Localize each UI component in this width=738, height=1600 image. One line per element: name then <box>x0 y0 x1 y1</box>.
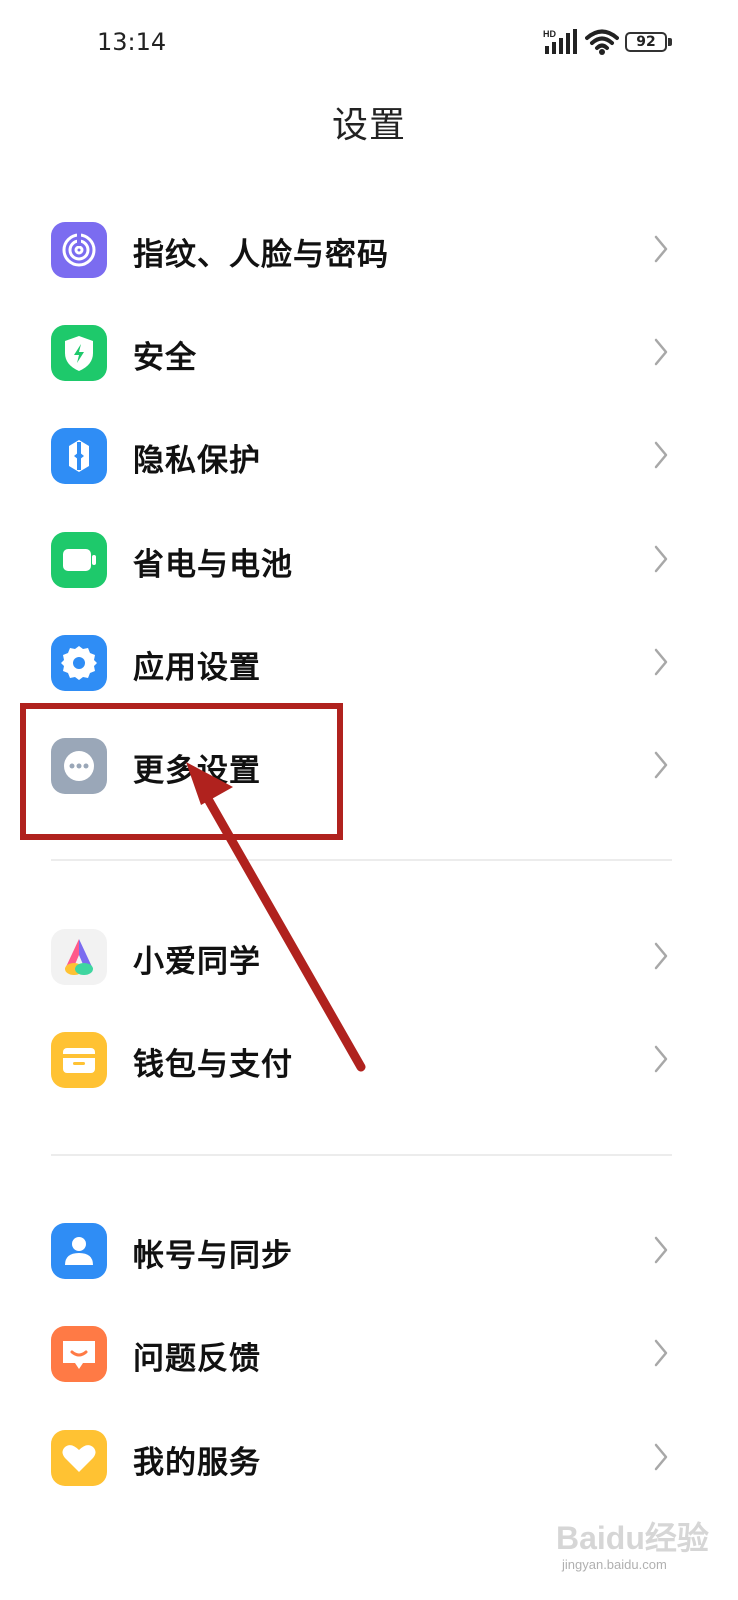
section-divider <box>51 1154 672 1156</box>
status-bar: 13:14 HD 92 <box>0 0 738 90</box>
app-settings-gear-icon <box>51 635 107 691</box>
chevron-right-icon <box>654 648 668 676</box>
settings-item-fingerprint-face-password[interactable]: 指纹、人脸与密码 <box>0 199 738 299</box>
settings-item-privacy[interactable]: 隐私保护 <box>0 405 738 505</box>
settings-item-label: 我的服务 <box>133 1445 261 1481</box>
section-divider <box>51 859 672 861</box>
xiaoai-assistant-icon <box>51 929 107 985</box>
chevron-right-icon <box>654 942 668 970</box>
wallet-icon <box>51 1032 107 1088</box>
chevron-right-icon <box>654 338 668 366</box>
settings-item-label: 安全 <box>133 340 197 376</box>
chevron-right-icon <box>654 1443 668 1471</box>
chevron-right-icon <box>654 1339 668 1367</box>
chevron-right-icon <box>654 1045 668 1073</box>
settings-item-label: 钱包与支付 <box>133 1047 293 1083</box>
settings-item-account-sync[interactable]: 帐号与同步 <box>0 1200 738 1300</box>
baidu-watermark: Baidu经验 jingyan.baidu.com <box>556 1495 726 1585</box>
feedback-icon <box>51 1326 107 1382</box>
settings-item-my-services[interactable]: 我的服务 <box>0 1407 738 1507</box>
fingerprint-icon <box>51 222 107 278</box>
security-shield-icon <box>51 325 107 381</box>
settings-item-security[interactable]: 安全 <box>0 302 738 402</box>
settings-item-label: 指纹、人脸与密码 <box>133 237 389 273</box>
settings-item-label: 更多设置 <box>133 753 261 789</box>
chevron-right-icon <box>654 751 668 779</box>
chevron-right-icon <box>654 1236 668 1264</box>
battery-level: 92 <box>636 34 656 50</box>
settings-item-feedback[interactable]: 问题反馈 <box>0 1303 738 1403</box>
settings-item-label: 应用设置 <box>133 650 261 686</box>
page-title: 设置 <box>331 105 406 146</box>
chevron-right-icon <box>654 545 668 573</box>
watermark-sub: jingyan.baidu.com <box>562 1557 667 1572</box>
chevron-right-icon <box>654 441 668 469</box>
status-time: 13:14 <box>97 28 167 56</box>
privacy-icon <box>51 428 107 484</box>
settings-item-more-settings[interactable]: 更多设置 <box>0 715 738 815</box>
my-services-icon <box>51 1430 107 1486</box>
settings-item-battery[interactable]: 省电与电池 <box>0 509 738 609</box>
settings-item-wallet[interactable]: 钱包与支付 <box>0 1009 738 1109</box>
settings-item-label: 省电与电池 <box>133 547 293 583</box>
wifi-icon <box>585 29 619 55</box>
watermark-text: Baidu经验 <box>556 1520 709 1556</box>
network-label: HD <box>543 29 556 39</box>
more-settings-icon <box>51 738 107 794</box>
settings-item-label: 小爱同学 <box>133 944 261 980</box>
settings-item-app-settings[interactable]: 应用设置 <box>0 612 738 712</box>
settings-item-label: 帐号与同步 <box>133 1238 293 1274</box>
settings-item-label: 问题反馈 <box>133 1341 261 1377</box>
battery-saver-icon <box>51 532 107 588</box>
settings-item-xiaoai[interactable]: 小爱同学 <box>0 906 738 1006</box>
settings-item-label: 隐私保护 <box>133 443 261 479</box>
signal-icon: HD <box>543 29 577 54</box>
battery-icon: 92 <box>625 32 675 54</box>
account-icon <box>51 1223 107 1279</box>
chevron-right-icon <box>654 235 668 263</box>
